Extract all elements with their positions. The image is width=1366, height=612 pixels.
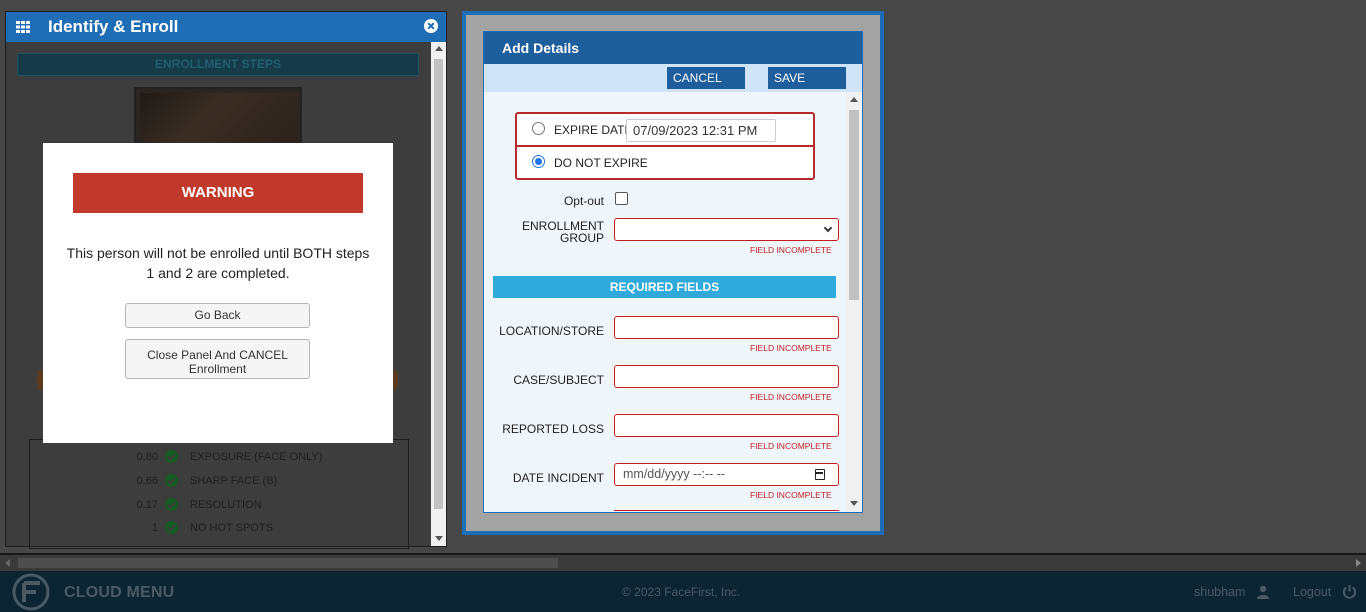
add-details-window: Add Details CANCEL SAVE EXPIRE DATE 07/0…: [462, 11, 884, 535]
expire-date-radio[interactable]: [532, 122, 545, 135]
scroll-up-arrow[interactable]: [435, 46, 443, 51]
quality-value: 0.17: [136, 499, 158, 511]
expire-date-label: EXPIRE DATE: [554, 123, 633, 137]
scroll-left-arrow[interactable]: [5, 559, 10, 567]
field-incomplete-text: FIELD INCOMPLETE: [750, 441, 832, 451]
field-incomplete-text: FIELD INCOMPLETE: [750, 245, 832, 255]
add-details-backdrop: Add Details CANCEL SAVE EXPIRE DATE 07/0…: [466, 15, 880, 531]
page-horizontal-scrollbar[interactable]: [0, 553, 1366, 571]
form-scrollbar[interactable]: [846, 92, 862, 512]
divider: [517, 145, 813, 147]
calendar-icon[interactable]: [815, 469, 825, 480]
field-incomplete-text: FIELD INCOMPLETE: [750, 392, 832, 402]
username[interactable]: shubham: [1194, 585, 1245, 599]
save-button[interactable]: SAVE: [768, 67, 846, 89]
go-back-button[interactable]: Go Back: [125, 303, 310, 328]
field-incomplete-text: FIELD INCOMPLETE: [750, 490, 832, 500]
quality-value: 0.66: [136, 475, 158, 487]
chevron-down-icon: [823, 223, 833, 233]
panel-scrollbar[interactable]: [431, 42, 446, 546]
quality-value: 0.80: [136, 451, 158, 463]
face-photo: [134, 87, 302, 147]
add-details-toolbar: CANCEL SAVE: [484, 64, 862, 92]
location-store-input[interactable]: [614, 316, 839, 339]
opt-out-label: Opt-out: [563, 194, 604, 208]
add-details-title: Add Details: [484, 32, 862, 64]
add-details-panel: Add Details CANCEL SAVE EXPIRE DATE 07/0…: [483, 31, 863, 513]
scroll-thumb[interactable]: [849, 110, 859, 300]
close-icon[interactable]: [424, 19, 438, 33]
logo-icon[interactable]: [10, 571, 52, 612]
warning-message: This person will not be enrolled until B…: [66, 245, 370, 281]
quality-row: 1 NO HOT SPOTS: [30, 519, 410, 537]
quality-row: 0.80 EXPOSURE (FACE ONLY): [30, 448, 410, 466]
scroll-down-arrow[interactable]: [850, 501, 858, 506]
warning-title: WARNING: [73, 173, 363, 213]
expiry-options: EXPIRE DATE 07/09/2023 12:31 PM DO NOT E…: [515, 112, 815, 180]
check-icon: [165, 450, 178, 463]
close-panel-cancel-button[interactable]: Close Panel And CANCEL Enrollment: [125, 339, 310, 379]
required-fields-header: REQUIRED FIELDS: [493, 276, 836, 298]
quality-value: 1: [151, 522, 158, 534]
quality-row: 0.17 RESOLUTION: [30, 496, 410, 514]
check-icon: [165, 474, 178, 487]
check-icon: [165, 521, 178, 534]
case-subject-label: CASE/SUBJECT: [513, 373, 604, 387]
cancel-button[interactable]: CANCEL: [667, 67, 745, 89]
do-not-expire-radio[interactable]: [532, 155, 545, 168]
quality-row: 0.66 SHARP FACE (B): [30, 472, 410, 490]
quality-label: NO HOT SPOTS: [190, 522, 273, 534]
expire-date-input[interactable]: 07/09/2023 12:31 PM: [626, 119, 776, 142]
quality-label: SHARP FACE (B): [190, 475, 278, 487]
scroll-thumb[interactable]: [18, 558, 558, 568]
power-icon[interactable]: [1342, 584, 1357, 599]
quality-label: EXPOSURE (FACE ONLY): [190, 451, 323, 463]
opt-out-checkbox[interactable]: [615, 192, 628, 205]
date-incident-input[interactable]: mm/dd/yyyy --:-- --: [614, 463, 839, 486]
reported-loss-input[interactable]: [614, 414, 839, 437]
enrollment-group-label: ENROLLMENT GROUP: [521, 219, 604, 245]
footer: CLOUD MENU © 2023 FaceFirst, Inc. shubha…: [0, 571, 1366, 612]
enrollment-group-select[interactable]: [614, 218, 839, 241]
next-field-input[interactable]: [614, 510, 839, 512]
check-icon: [165, 498, 178, 511]
date-placeholder: mm/dd/yyyy --:-- --: [623, 467, 726, 481]
quality-label: RESOLUTION: [190, 499, 262, 511]
user-icon[interactable]: [1257, 585, 1269, 599]
reported-loss-label: REPORTED LOSS: [502, 422, 604, 436]
scroll-up-arrow[interactable]: [850, 97, 858, 102]
scroll-down-arrow[interactable]: [435, 536, 443, 541]
quality-metrics: 0.80 EXPOSURE (FACE ONLY) 0.66 SHARP FAC…: [29, 439, 409, 549]
copyright-text: © 2023 FaceFirst, Inc.: [622, 585, 741, 599]
logout-link[interactable]: Logout: [1293, 585, 1331, 599]
date-incident-label: DATE INCIDENT: [512, 471, 604, 485]
panel-title: Identify & Enroll: [48, 17, 179, 36]
location-store-label: LOCATION/STORE: [499, 324, 604, 338]
do-not-expire-label: DO NOT EXPIRE: [554, 156, 648, 170]
details-form: EXPIRE DATE 07/09/2023 12:31 PM DO NOT E…: [484, 92, 846, 512]
case-subject-input[interactable]: [614, 365, 839, 388]
enrollment-steps-bar: ENROLLMENT STEPS: [17, 53, 419, 76]
scroll-thumb[interactable]: [434, 59, 443, 509]
field-incomplete-text: FIELD INCOMPLETE: [750, 343, 832, 353]
grid-icon[interactable]: [16, 21, 30, 33]
panel-header: Identify & Enroll: [6, 12, 446, 42]
scroll-right-arrow[interactable]: [1356, 559, 1361, 567]
warning-modal: WARNING This person will not be enrolled…: [43, 143, 393, 443]
cloud-menu-button[interactable]: CLOUD MENU: [64, 584, 174, 602]
